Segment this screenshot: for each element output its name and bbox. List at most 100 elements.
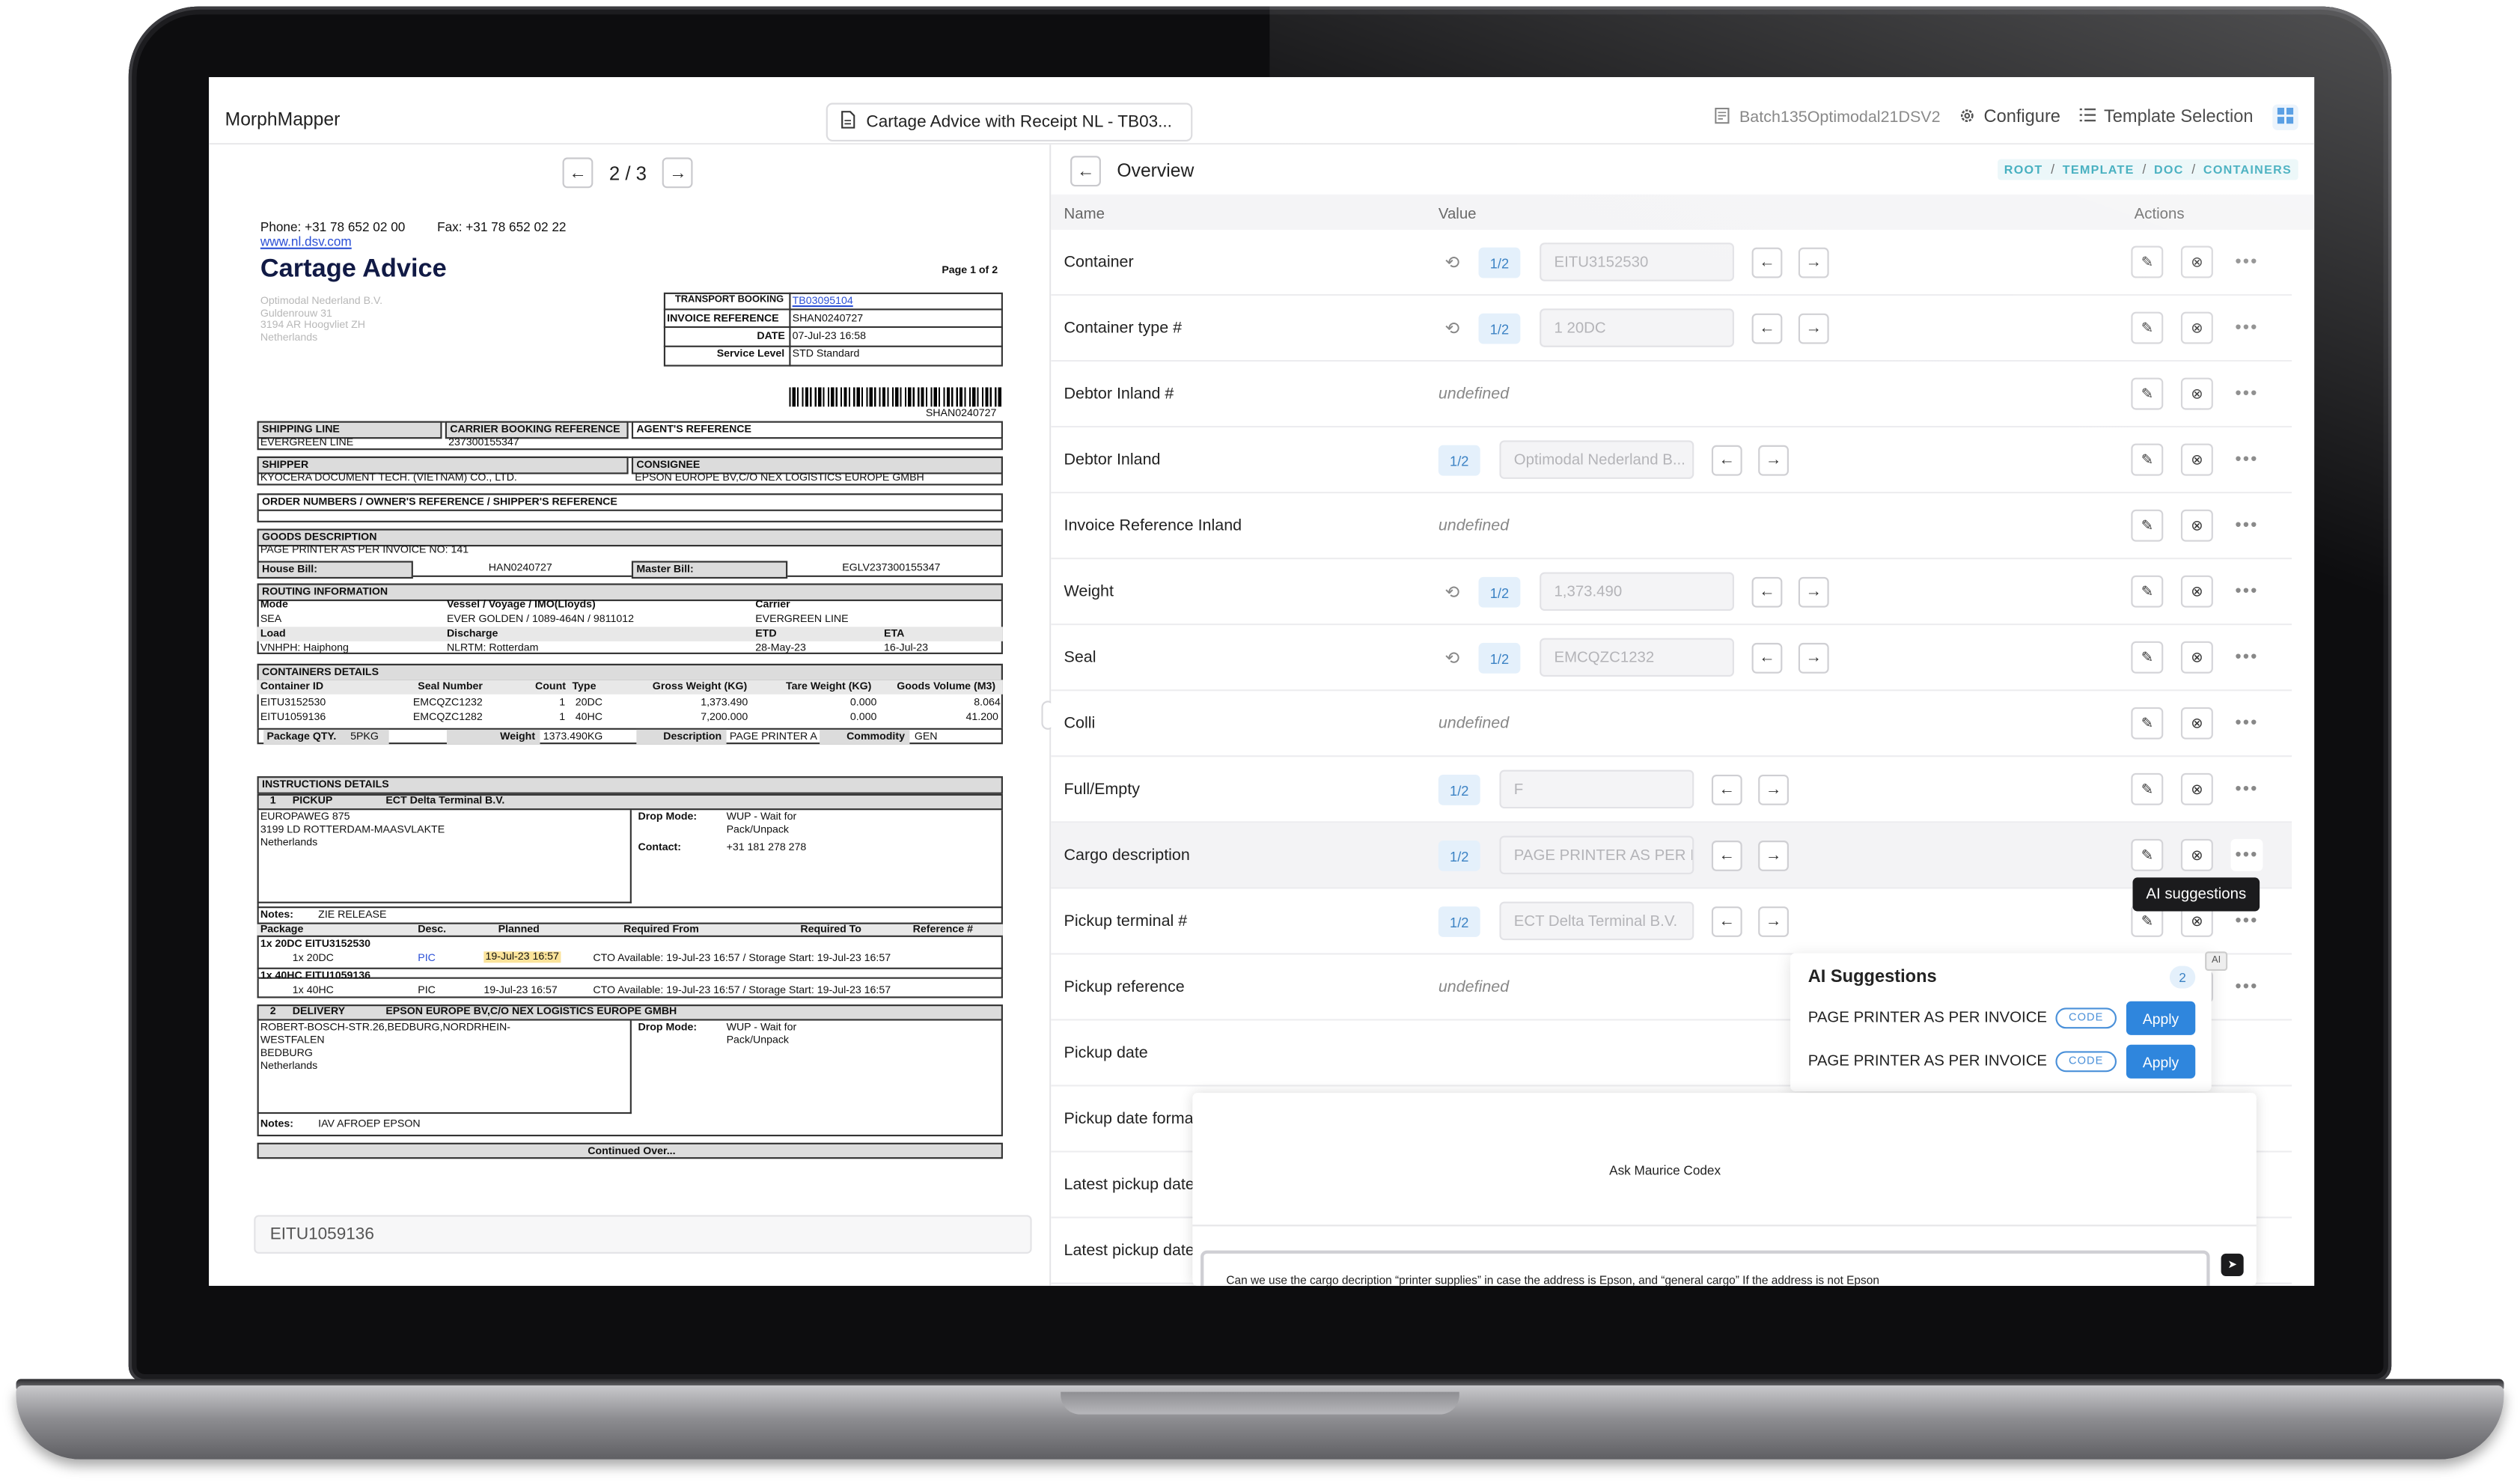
chat-input[interactable]: Can we use the cargo decription “printer… xyxy=(1200,1250,2210,1286)
previous-match-button[interactable]: ← xyxy=(1751,247,1783,278)
breadcrumb-root[interactable]: ROOT xyxy=(2004,162,2043,177)
table-row[interactable]: Colli undefined ✎ ⊗ ••• xyxy=(1051,691,2292,757)
back-button[interactable]: ← xyxy=(1070,156,1101,187)
table-row[interactable]: Cargo description 1/2 PAGE PRINTER AS PER … xyxy=(1051,823,2292,889)
value-input[interactable]: F xyxy=(1499,769,1694,809)
edit-button[interactable]: ✎ xyxy=(2131,311,2164,344)
match-count-badge[interactable]: 1/2 xyxy=(1478,576,1521,608)
delivery-address-line: WESTFALEN xyxy=(260,1034,325,1046)
ai-suggest-button[interactable]: ⊗ xyxy=(2180,838,2213,871)
previous-match-button[interactable]: ← xyxy=(1711,775,1742,805)
next-match-button[interactable]: → xyxy=(1758,841,1789,871)
refresh-icon[interactable]: ⟲ xyxy=(1444,582,1459,603)
match-count-badge[interactable]: 1/2 xyxy=(1478,313,1521,344)
value-input[interactable]: ECT Delta Terminal B.V. xyxy=(1499,901,1694,941)
next-match-button[interactable]: → xyxy=(1758,775,1789,805)
more-options-button[interactable]: ••• xyxy=(2230,838,2263,871)
more-options-button[interactable]: ••• xyxy=(2230,509,2263,542)
layout-toggle-button[interactable] xyxy=(2272,104,2298,130)
table-row[interactable]: Seal ⟲ 1/2 EMCQZC1232 ← → ✎ ⊗ ••• xyxy=(1051,625,2292,692)
value-input[interactable]: PAGE PRINTER AS PER I xyxy=(1499,835,1694,875)
previous-match-button[interactable]: ← xyxy=(1751,576,1783,608)
edit-button[interactable]: ✎ xyxy=(2131,377,2164,410)
previous-page-button[interactable]: ← xyxy=(562,157,594,189)
ai-suggest-button[interactable]: ⊗ xyxy=(2180,443,2213,476)
ai-suggest-button[interactable]: ⊗ xyxy=(2180,377,2213,410)
match-count-badge[interactable]: 1/2 xyxy=(1478,247,1521,278)
ai-suggest-button[interactable]: ⊗ xyxy=(2180,311,2213,344)
table-row[interactable]: Container ⟲ 1/2 EITU3152530 ← → ✎ ⊗ ••• xyxy=(1051,230,2292,296)
value-input[interactable]: 1,373.490 xyxy=(1540,572,1734,611)
configure-button[interactable]: Configure xyxy=(1959,107,2060,128)
refresh-icon[interactable]: ⟲ xyxy=(1444,252,1459,273)
table-row[interactable]: Weight ⟲ 1/2 1,373.490 ← → ✎ ⊗ ••• xyxy=(1051,559,2292,626)
transport-booking-link[interactable]: TB03095104 xyxy=(793,296,853,307)
edit-button[interactable]: ✎ xyxy=(2131,246,2164,278)
table-row[interactable]: Debtor Inland 1/2 Optimodal Nederland B...… xyxy=(1051,427,2292,494)
apply-button[interactable]: Apply xyxy=(2126,1044,2196,1079)
refresh-icon[interactable]: ⟲ xyxy=(1444,318,1459,339)
edit-button[interactable]: ✎ xyxy=(2131,575,2164,608)
previous-match-button[interactable]: ← xyxy=(1751,642,1783,674)
ai-suggest-button[interactable]: ⊗ xyxy=(2180,772,2213,805)
more-options-button[interactable]: ••• xyxy=(2230,575,2263,608)
breadcrumb-containers[interactable]: CONTAINERS xyxy=(2203,162,2292,177)
selected-value-field[interactable]: EITU1059136 xyxy=(254,1215,1032,1254)
edit-button[interactable]: ✎ xyxy=(2131,707,2164,740)
ai-suggest-button[interactable]: ⊗ xyxy=(2180,641,2213,674)
code-pill[interactable]: CODE xyxy=(2055,1051,2117,1073)
edit-button[interactable]: ✎ xyxy=(2131,641,2164,674)
document-selector[interactable]: Cartage Advice with Receipt NL - TB03... xyxy=(826,103,1193,141)
ai-suggest-button[interactable]: ⊗ xyxy=(2180,575,2213,608)
value-input[interactable]: EMCQZC1232 xyxy=(1540,638,1734,677)
match-count-badge[interactable]: 1/2 xyxy=(1438,445,1480,476)
match-count-badge[interactable]: 1/2 xyxy=(1438,775,1480,805)
table-row[interactable]: Pickup terminal # 1/2 ECT Delta Terminal B… xyxy=(1051,888,2292,955)
more-options-button[interactable]: ••• xyxy=(2230,246,2263,278)
match-count-badge[interactable]: 1/2 xyxy=(1438,841,1480,871)
table-row[interactable]: Full/Empty 1/2 F ← → ✎ ⊗ ••• xyxy=(1051,757,2292,823)
table-row[interactable]: Container type # ⟲ 1/2 1 20DC ← → ✎ ⊗ ••• xyxy=(1051,296,2292,362)
breadcrumb-template[interactable]: TEMPLATE xyxy=(2063,162,2135,177)
ai-suggest-button[interactable]: ⊗ xyxy=(2180,509,2213,542)
edit-button[interactable]: ✎ xyxy=(2131,838,2164,871)
more-options-button[interactable]: ••• xyxy=(2230,772,2263,805)
next-match-button[interactable]: → xyxy=(1758,445,1789,476)
refresh-icon[interactable]: ⟲ xyxy=(1444,647,1459,669)
batch-label[interactable]: Batch135Optimodal21DSV2 xyxy=(1715,106,1941,128)
next-match-button[interactable]: → xyxy=(1758,906,1789,937)
apply-button[interactable]: Apply xyxy=(2126,1001,2196,1035)
edit-button[interactable]: ✎ xyxy=(2131,772,2164,805)
table-row[interactable]: Invoice Reference Inland undefined ✎ ⊗ ••• xyxy=(1051,493,2292,560)
next-match-button[interactable]: → xyxy=(1798,313,1829,344)
next-match-button[interactable]: → xyxy=(1798,576,1829,608)
more-options-button[interactable]: ••• xyxy=(2230,707,2263,740)
more-options-button[interactable]: ••• xyxy=(2230,443,2263,476)
match-count-badge[interactable]: 1/2 xyxy=(1438,906,1480,937)
ai-suggest-button[interactable]: ⊗ xyxy=(2180,246,2213,278)
next-page-button[interactable]: → xyxy=(662,157,694,189)
edit-button[interactable]: ✎ xyxy=(2131,509,2164,542)
edit-button[interactable]: ✎ xyxy=(2131,443,2164,476)
next-match-button[interactable]: → xyxy=(1798,247,1829,278)
previous-match-button[interactable]: ← xyxy=(1711,445,1742,476)
ai-suggest-button[interactable]: ⊗ xyxy=(2180,707,2213,740)
send-button[interactable]: ➤ xyxy=(2221,1253,2244,1276)
value-input[interactable]: 1 20DC xyxy=(1540,308,1734,347)
next-match-button[interactable]: → xyxy=(1798,642,1829,674)
value-input[interactable]: Optimodal Nederland B... xyxy=(1499,440,1694,479)
doc-website-link[interactable]: www.nl.dsv.com xyxy=(260,235,352,249)
more-options-button[interactable]: ••• xyxy=(2230,970,2263,1003)
match-count-badge[interactable]: 1/2 xyxy=(1478,642,1521,674)
more-options-button[interactable]: ••• xyxy=(2230,377,2263,410)
previous-match-button[interactable]: ← xyxy=(1711,841,1742,871)
table-row[interactable]: Debtor Inland # undefined ✎ ⊗ ••• xyxy=(1051,362,2292,428)
value-input[interactable]: EITU3152530 xyxy=(1540,243,1734,281)
more-options-button[interactable]: ••• xyxy=(2230,641,2263,674)
breadcrumb-doc[interactable]: DOC xyxy=(2154,162,2184,177)
previous-match-button[interactable]: ← xyxy=(1751,313,1783,344)
more-options-button[interactable]: ••• xyxy=(2230,311,2263,344)
previous-match-button[interactable]: ← xyxy=(1711,906,1742,937)
code-pill[interactable]: CODE xyxy=(2055,1007,2117,1029)
template-selection-button[interactable]: Template Selection xyxy=(2079,108,2254,127)
